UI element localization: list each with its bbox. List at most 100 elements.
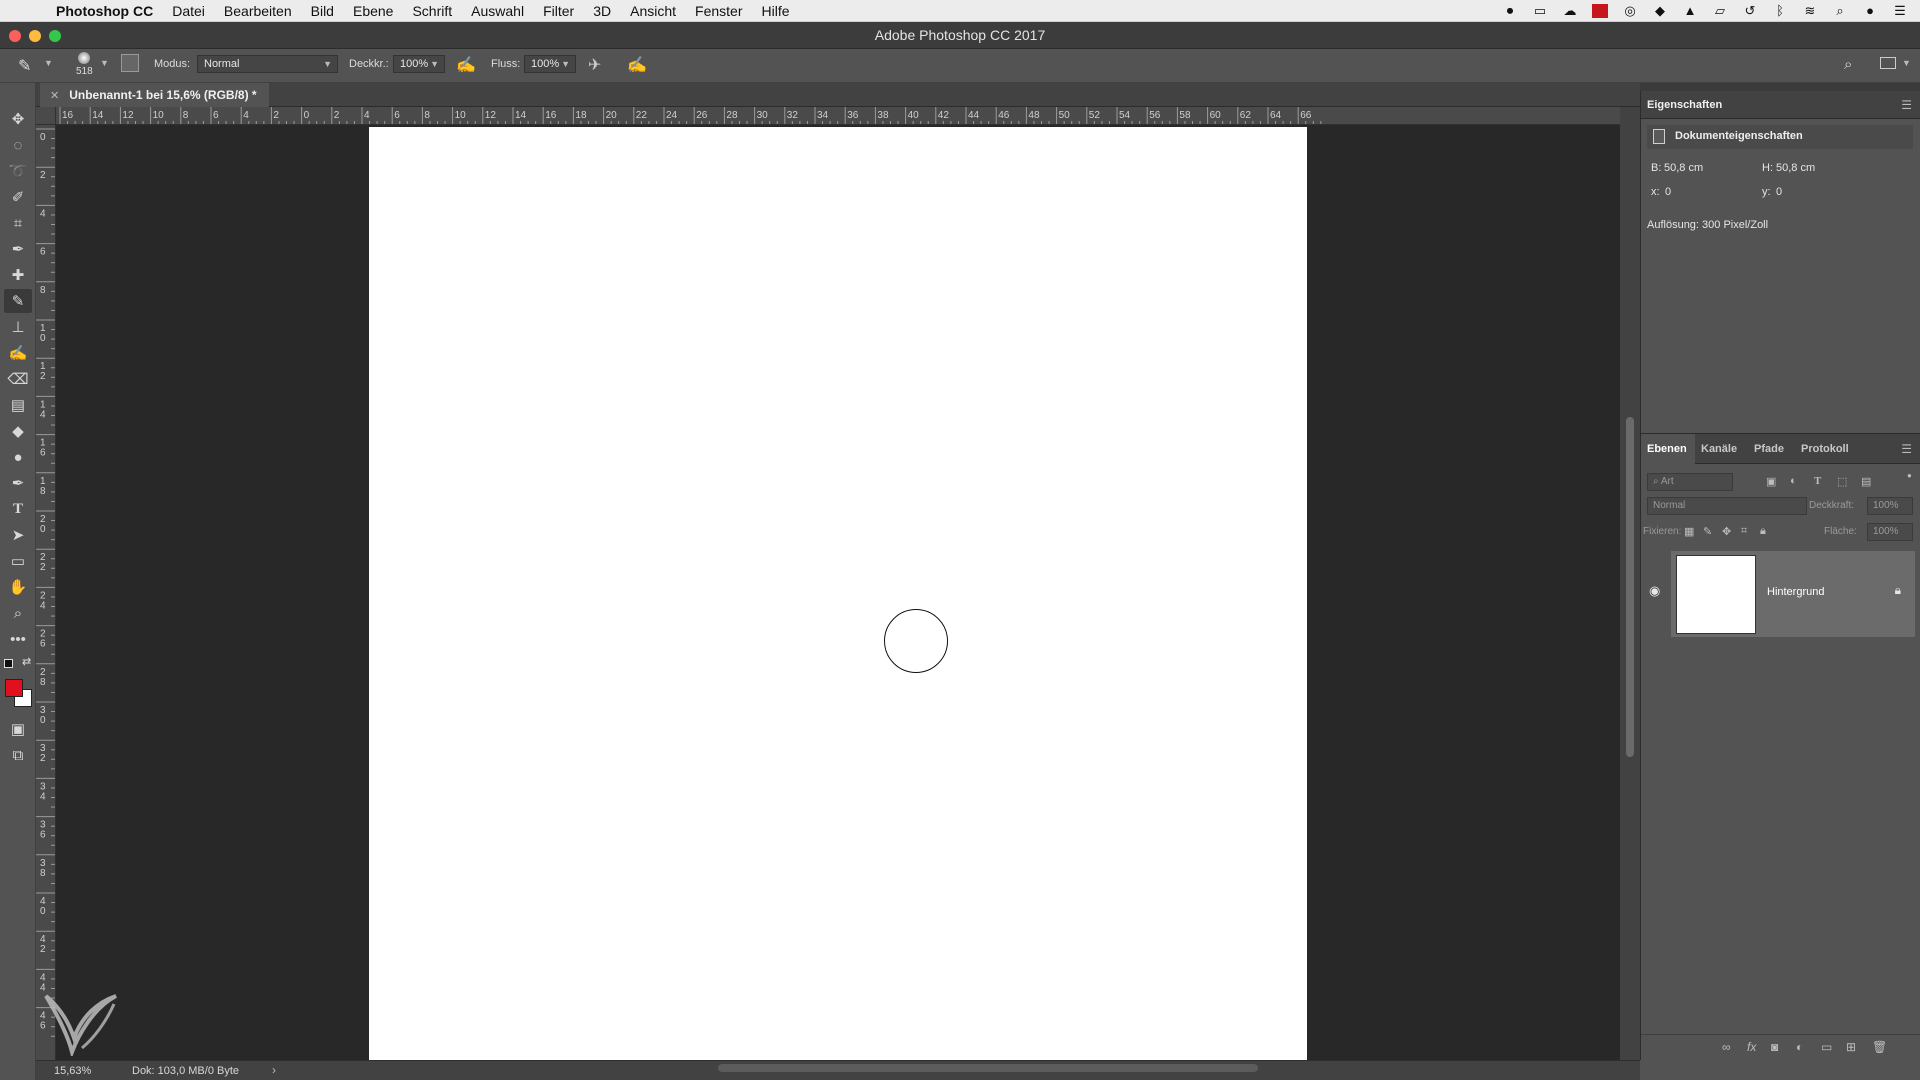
menu-bearbeiten[interactable]: Bearbeiten bbox=[224, 3, 292, 19]
layer-opacity-field[interactable]: 100% bbox=[1867, 497, 1913, 515]
menu-schrift[interactable]: Schrift bbox=[412, 3, 452, 19]
menu-ansicht[interactable]: Ansicht bbox=[630, 3, 676, 19]
close-icon[interactable]: ✕ bbox=[50, 90, 59, 102]
pressure-opacity-icon[interactable]: ✍ bbox=[456, 55, 476, 75]
move-tool-icon[interactable]: ✥ bbox=[4, 107, 32, 131]
panel-menu-icon[interactable]: ☰ bbox=[1901, 98, 1912, 112]
layer-filter-dropdown[interactable]: ⌕ Art bbox=[1647, 473, 1733, 491]
tab-protokoll[interactable]: Protokoll bbox=[1801, 443, 1849, 455]
search-icon[interactable]: ⌕ bbox=[1844, 56, 1852, 73]
creative-cloud-icon[interactable]: ☁ bbox=[1562, 4, 1578, 18]
properties-panel-title[interactable]: Eigenschaften bbox=[1647, 99, 1722, 111]
swap-colors-icon[interactable]: ⇄ bbox=[22, 655, 31, 668]
lock-position-icon[interactable]: ✥ bbox=[1722, 525, 1731, 538]
type-tool-icon[interactable]: T bbox=[4, 497, 32, 521]
delete-layer-icon[interactable]: 🗑︎ bbox=[1872, 1040, 1887, 1054]
smart-object-filter-icon[interactable]: ▤ bbox=[1861, 475, 1871, 488]
siri-icon[interactable]: ● bbox=[1862, 4, 1878, 18]
brush-tool-icon[interactable]: ✎ bbox=[4, 289, 32, 313]
lasso-tool-icon[interactable]: ➰ bbox=[4, 159, 32, 183]
filter-toggle-icon[interactable]: ● bbox=[1907, 471, 1912, 480]
chevron-right-icon[interactable]: › bbox=[272, 1063, 276, 1077]
panel-dock-header[interactable] bbox=[1640, 83, 1920, 91]
brush-tool-preset-icon[interactable]: ✎ bbox=[18, 56, 31, 76]
clone-stamp-tool-icon[interactable]: ⊥ bbox=[4, 315, 32, 339]
lock-icon[interactable]: 🔒︎ bbox=[1895, 583, 1901, 598]
marquee-tool-icon[interactable]: ◌ bbox=[4, 133, 32, 157]
chevron-down-icon[interactable]: ▼ bbox=[44, 58, 53, 68]
menu-fenster[interactable]: Fenster bbox=[695, 3, 742, 19]
eraser-tool-icon[interactable]: ⌫ bbox=[4, 367, 32, 391]
panel-menu-icon[interactable]: ☰ bbox=[1901, 442, 1912, 456]
dodge-tool-icon[interactable]: ● bbox=[4, 445, 32, 469]
red-app-icon[interactable] bbox=[1592, 4, 1608, 18]
chevron-down-icon[interactable]: ▼ bbox=[1902, 58, 1911, 68]
tab-ebenen[interactable]: Ebenen bbox=[1647, 443, 1687, 455]
share-icon[interactable]: ▲ bbox=[1682, 4, 1698, 18]
brush-tip-preview[interactable] bbox=[78, 52, 90, 64]
vertical-scrollbar-thumb[interactable] bbox=[1626, 417, 1634, 757]
layer-thumbnail[interactable] bbox=[1676, 555, 1756, 634]
x-value[interactable]: 0 bbox=[1665, 186, 1671, 198]
menu-app-name[interactable]: Photoshop CC bbox=[56, 3, 153, 19]
adjustment-layer-filter-icon[interactable]: ◐ bbox=[1790, 475, 1797, 487]
display-icon[interactable]: ▭ bbox=[1532, 4, 1548, 18]
fill-field[interactable]: 100% bbox=[1867, 523, 1913, 541]
quick-selection-tool-icon[interactable]: ✐ bbox=[4, 185, 32, 209]
pen-tool-icon[interactable]: ✒ bbox=[4, 471, 32, 495]
opacity-field[interactable]: 100% ▼ bbox=[393, 55, 445, 73]
vertical-ruler[interactable]: 0246810121416182022242628303234363840424… bbox=[36, 125, 56, 1060]
menu-datei[interactable]: Datei bbox=[172, 3, 205, 19]
layer-style-icon[interactable]: fx bbox=[1747, 1040, 1756, 1054]
zoom-tool-icon[interactable]: ⌕ bbox=[4, 601, 32, 625]
gradient-tool-icon[interactable]: ▤ bbox=[4, 393, 32, 417]
tab-pfade[interactable]: Pfade bbox=[1754, 443, 1784, 455]
history-brush-tool-icon[interactable]: ✍ bbox=[4, 341, 32, 365]
default-colors-icon[interactable] bbox=[4, 659, 13, 668]
screen-mode-icon[interactable]: ⧉ bbox=[4, 743, 32, 767]
pixel-layer-filter-icon[interactable]: ▣ bbox=[1766, 475, 1776, 488]
workspace-switcher-icon[interactable] bbox=[1880, 57, 1896, 69]
lock-all-icon[interactable]: 🔒︎ bbox=[1760, 525, 1766, 538]
horizontal-ruler[interactable]: 16 14 12 10 8 6 4 2 0 2 4 6 8 10 12 14 16 18 20 22 24 26 28 30 3… bbox=[56, 107, 1620, 125]
vertical-scrollbar[interactable] bbox=[1620, 107, 1640, 1060]
crop-tool-icon[interactable]: ⌗ bbox=[4, 211, 32, 235]
new-group-icon[interactable]: ▭ bbox=[1821, 1040, 1832, 1054]
airplay-icon[interactable]: ▱ bbox=[1712, 4, 1728, 18]
menu-3d[interactable]: 3D bbox=[593, 3, 611, 19]
lock-image-icon[interactable]: ✎ bbox=[1703, 525, 1712, 538]
menu-ebene[interactable]: Ebene bbox=[353, 3, 393, 19]
bluetooth-icon[interactable]: ᛒ bbox=[1772, 4, 1788, 18]
mode-dropdown[interactable]: Normal ▼ bbox=[197, 55, 338, 73]
shape-layer-filter-icon[interactable]: ⬚ bbox=[1837, 475, 1847, 488]
rectangle-tool-icon[interactable]: ▭ bbox=[4, 549, 32, 573]
horizontal-scrollbar-thumb[interactable] bbox=[718, 1064, 1258, 1072]
eye-icon[interactable]: ◉ bbox=[1649, 583, 1660, 599]
quick-mask-icon[interactable]: ▣ bbox=[4, 717, 32, 741]
width-value[interactable]: 50,8 cm bbox=[1664, 162, 1703, 174]
lock-artboard-icon[interactable]: ⌗ bbox=[1741, 525, 1747, 538]
new-layer-icon[interactable]: ⊞ bbox=[1846, 1040, 1856, 1054]
hand-tool-icon[interactable]: ✋ bbox=[4, 575, 32, 599]
eyedropper-tool-icon[interactable]: ✒ bbox=[4, 237, 32, 261]
chevron-down-icon[interactable]: ▼ bbox=[100, 58, 109, 68]
y-value[interactable]: 0 bbox=[1776, 186, 1782, 198]
record-icon[interactable]: ⏺ bbox=[1502, 4, 1518, 18]
menu-bild[interactable]: Bild bbox=[311, 3, 334, 19]
height-value[interactable]: 50,8 cm bbox=[1776, 162, 1815, 174]
flow-field[interactable]: 100% ▼ bbox=[524, 55, 576, 73]
path-selection-tool-icon[interactable]: ➤ bbox=[4, 523, 32, 547]
lock-transparency-icon[interactable]: ▦ bbox=[1684, 525, 1694, 538]
more-tools-icon[interactable]: ••• bbox=[4, 627, 32, 651]
layer-name[interactable]: Hintergrund bbox=[1767, 586, 1824, 598]
ruler-origin[interactable] bbox=[36, 107, 56, 125]
menu-hilfe[interactable]: Hilfe bbox=[762, 3, 790, 19]
blend-mode-dropdown[interactable]: Normal bbox=[1647, 497, 1807, 515]
tab-kanaele[interactable]: Kanäle bbox=[1701, 443, 1737, 455]
dropbox-icon[interactable]: ◆ bbox=[1652, 4, 1668, 18]
airbrush-icon[interactable]: ✈ bbox=[588, 55, 601, 75]
add-mask-icon[interactable]: ◙ bbox=[1771, 1040, 1778, 1054]
document-tab[interactable]: ✕ Unbenannt-1 bei 15,6% (RGB/8) * bbox=[40, 83, 269, 107]
link-layers-icon[interactable]: ∞ bbox=[1722, 1040, 1731, 1054]
menu-auswahl[interactable]: Auswahl bbox=[471, 3, 524, 19]
